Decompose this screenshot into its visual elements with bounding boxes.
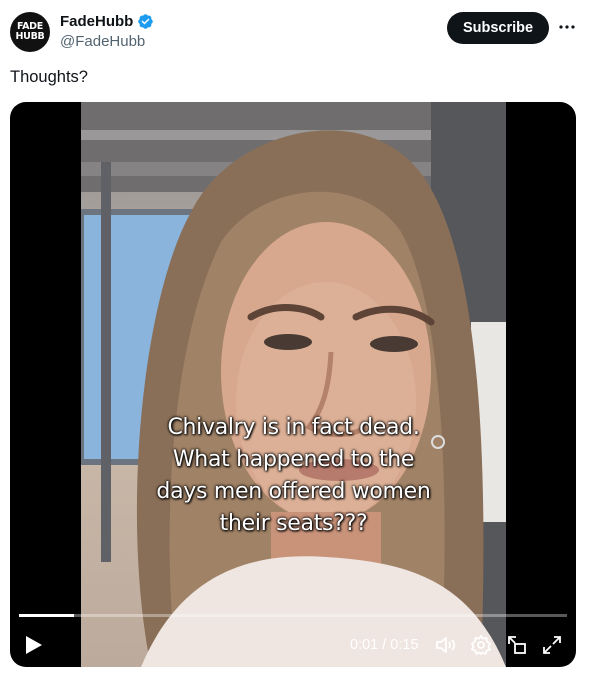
video-time: 0:01 / 0:15 <box>350 637 419 653</box>
caption-line: their seats??? <box>219 511 368 536</box>
author-handle[interactable]: @FadeHubb <box>60 33 145 50</box>
pip-icon[interactable] <box>505 633 529 657</box>
author-display-name[interactable]: FadeHubb <box>60 13 133 30</box>
video-still-image <box>81 102 506 667</box>
caption-line: Chivalry is in fact dead. <box>167 415 420 440</box>
fullscreen-icon[interactable] <box>540 633 564 657</box>
avatar[interactable]: FADE HUBB <box>10 12 50 52</box>
subscribe-button[interactable]: Subscribe <box>447 12 549 44</box>
play-icon[interactable] <box>24 634 44 656</box>
video-frame: Chivalry is in fact dead. What happened … <box>81 102 506 667</box>
caption-line: days men offered women <box>156 479 431 504</box>
video-player[interactable]: Chivalry is in fact dead. What happened … <box>10 102 576 667</box>
settings-icon[interactable] <box>469 633 493 657</box>
author-name-row: FadeHubb <box>60 13 154 30</box>
video-progress-fill <box>19 614 74 617</box>
video-caption: Chivalry is in fact dead. What happened … <box>81 412 506 540</box>
tweet-card: FADE HUBB FadeHubb @FadeHubb Subscribe T… <box>0 0 594 685</box>
video-progress-bar[interactable] <box>19 614 567 617</box>
verified-badge-icon <box>138 14 154 29</box>
tweet-text: Thoughts? <box>10 68 88 86</box>
caption-line: What happened to the <box>172 447 415 472</box>
more-dots-icon[interactable] <box>556 16 578 38</box>
volume-icon[interactable] <box>434 633 458 657</box>
avatar-text-line2: HUBB <box>15 31 45 42</box>
